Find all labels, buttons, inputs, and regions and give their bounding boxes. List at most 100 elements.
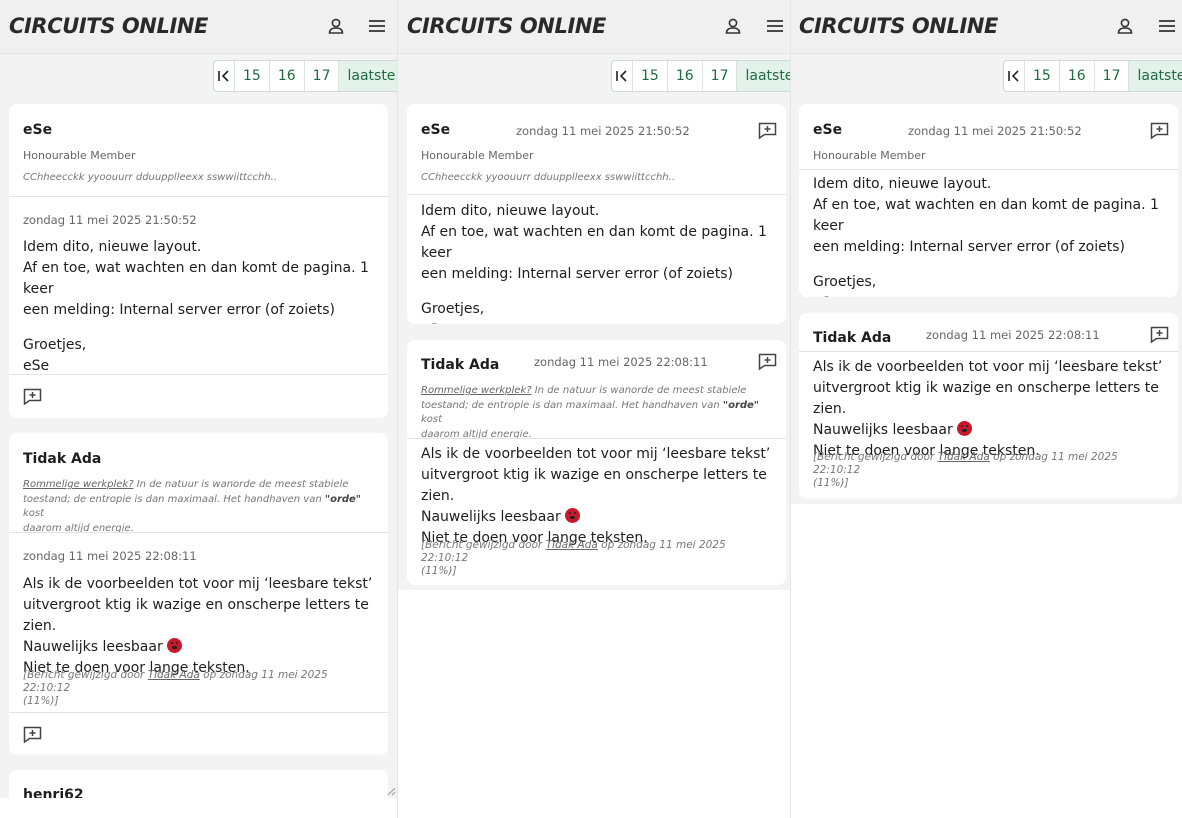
page-15-link[interactable]: 15 bbox=[234, 61, 269, 91]
last-page-link[interactable]: laatste bbox=[338, 61, 397, 91]
site-logo[interactable]: CIRCUITS ONLINE bbox=[799, 14, 998, 38]
divider bbox=[799, 351, 1178, 352]
user-signature: CChheecckk yyoouurr dduupplleexx sswwiit… bbox=[421, 172, 675, 183]
user-rank: Honourable Member bbox=[421, 149, 534, 162]
resize-handle-icon[interactable] bbox=[386, 786, 396, 796]
post-line: Groetjes, bbox=[23, 337, 87, 353]
edit-note: [Bericht gewijzigd door Tidak Ada op zon… bbox=[813, 451, 1118, 489]
site-logo[interactable]: CIRCUITS ONLINE bbox=[9, 14, 208, 38]
post-line: eSe bbox=[813, 293, 1173, 297]
post-author[interactable]: Tidak Ada bbox=[421, 357, 499, 373]
post-line: Af en toe, wat wachten en dan komt de pa… bbox=[421, 224, 767, 261]
post-date: zondag 11 mei 2025 21:50:52 bbox=[23, 213, 197, 227]
page-15-link[interactable]: 15 bbox=[632, 61, 667, 91]
edit-author-link[interactable]: Tidak Ada bbox=[148, 669, 200, 681]
last-page-link[interactable]: laatste bbox=[1128, 61, 1182, 91]
post-author[interactable]: Tidak Ada bbox=[23, 451, 101, 467]
divider bbox=[407, 438, 786, 439]
user-rank: Honourable Member bbox=[813, 149, 926, 162]
post-line: een melding: Internal server error (of z… bbox=[23, 302, 335, 318]
reply-icon[interactable] bbox=[23, 726, 42, 743]
page-16-link[interactable]: 16 bbox=[268, 61, 304, 91]
page-16-link[interactable]: 16 bbox=[1058, 61, 1094, 91]
panel-medium-view: CIRCUITS ONLINE 15 16 17 laatste eSe zon… bbox=[398, 0, 790, 590]
edit-author-link[interactable]: Tidak Ada bbox=[938, 451, 990, 463]
menu-icon[interactable] bbox=[766, 17, 784, 35]
post-author[interactable]: Tidak Ada bbox=[813, 330, 891, 346]
post-body: Idem dito, nieuwe layout. Af en toe, wat… bbox=[23, 237, 378, 377]
angry-emoji-icon bbox=[565, 508, 581, 523]
post-author[interactable]: eSe bbox=[421, 122, 450, 138]
panel-wide-view: CIRCUITS ONLINE 15 16 17 laatste eSe zon… bbox=[791, 0, 1182, 504]
signature-link[interactable]: Rommelige werkplek? bbox=[23, 479, 134, 490]
pagination: 15 16 17 laatste bbox=[1003, 60, 1182, 92]
post-line: Als ik de voorbeelden tot voor mij ‘lees… bbox=[813, 359, 1163, 375]
reply-icon[interactable] bbox=[758, 122, 777, 139]
menu-icon[interactable] bbox=[368, 17, 386, 35]
user-signature: CChheecckk yyoouurr dduupplleexx sswwiit… bbox=[23, 172, 277, 183]
signature-link[interactable]: Rommelige werkplek? bbox=[421, 385, 532, 396]
post-card: eSe zondag 11 mei 2025 21:50:52 Honourab… bbox=[407, 104, 786, 324]
post-line: uitvergroot ktig ik wazige en onscherpe … bbox=[421, 467, 767, 504]
post-card: eSe zondag 11 mei 2025 21:50:52 Honourab… bbox=[799, 104, 1178, 297]
post-body: Als ik de voorbeelden tot voor mij ‘lees… bbox=[421, 444, 781, 549]
first-page-icon bbox=[1008, 70, 1019, 82]
post-body: Idem dito, nieuwe layout. Af en toe, wat… bbox=[813, 174, 1173, 297]
site-logo[interactable]: CIRCUITS ONLINE bbox=[407, 14, 606, 38]
post-date: zondag 11 mei 2025 22:08:11 bbox=[534, 355, 708, 369]
post-author[interactable]: eSe bbox=[23, 122, 52, 138]
edit-note: [Bericht gewijzigd door Tidak Ada op zon… bbox=[421, 539, 726, 577]
edit-author-link[interactable]: Tidak Ada bbox=[546, 539, 598, 551]
post-card: Tidak Ada zondag 11 mei 2025 22:08:11 Ro… bbox=[407, 340, 786, 585]
post-line: Af en toe, wat wachten en dan komt de pa… bbox=[23, 260, 369, 297]
post-body: Als ik de voorbeelden tot voor mij ‘lees… bbox=[813, 357, 1173, 462]
post-card: henri62 bbox=[9, 770, 388, 798]
post-line: eSe bbox=[421, 320, 781, 324]
page-15-link[interactable]: 15 bbox=[1024, 61, 1059, 91]
post-date: zondag 11 mei 2025 22:08:11 bbox=[926, 328, 1100, 342]
user-icon[interactable] bbox=[1116, 17, 1134, 35]
post-body: Idem dito, nieuwe layout. Af en toe, wat… bbox=[421, 201, 781, 324]
page-17-link[interactable]: 17 bbox=[701, 61, 737, 91]
post-line: een melding: Internal server error (of z… bbox=[813, 239, 1125, 255]
reply-icon[interactable] bbox=[23, 388, 42, 405]
divider bbox=[407, 194, 786, 195]
post-line: Als ik de voorbeelden tot voor mij ‘lees… bbox=[421, 446, 771, 462]
post-line: uitvergroot ktig ik wazige en onscherpe … bbox=[23, 597, 369, 634]
divider bbox=[799, 169, 1178, 170]
user-icon[interactable] bbox=[327, 17, 345, 35]
first-page-button[interactable] bbox=[214, 61, 234, 91]
first-page-icon bbox=[218, 70, 229, 82]
page-17-link[interactable]: 17 bbox=[1093, 61, 1129, 91]
angry-emoji-icon bbox=[957, 421, 973, 436]
angry-emoji-icon bbox=[167, 638, 183, 653]
post-card: Tidak Ada zondag 11 mei 2025 22:08:11 Al… bbox=[799, 313, 1178, 499]
first-page-button[interactable] bbox=[612, 61, 632, 91]
page-16-link[interactable]: 16 bbox=[666, 61, 702, 91]
post-line: Nauwelijks leesbaar bbox=[23, 637, 383, 658]
post-line: Idem dito, nieuwe layout. bbox=[23, 239, 202, 255]
reply-icon[interactable] bbox=[1150, 326, 1169, 343]
post-line: Groetjes, bbox=[813, 274, 877, 290]
post-line: een melding: Internal server error (of z… bbox=[421, 266, 733, 282]
divider bbox=[9, 196, 388, 197]
post-line: Groetjes, bbox=[421, 301, 485, 317]
post-line: Idem dito, nieuwe layout. bbox=[421, 203, 600, 219]
post-author[interactable]: eSe bbox=[813, 122, 842, 138]
user-signature: Rommelige werkplek? In de natuur is wano… bbox=[23, 479, 362, 534]
post-line: Als ik de voorbeelden tot voor mij ‘lees… bbox=[23, 576, 373, 592]
post-author[interactable]: henri62 bbox=[23, 787, 84, 798]
page-17-link[interactable]: 17 bbox=[303, 61, 339, 91]
first-page-button[interactable] bbox=[1004, 61, 1024, 91]
post-line: Nauwelijks leesbaar bbox=[813, 420, 1173, 441]
post-date: zondag 11 mei 2025 21:50:52 bbox=[516, 124, 690, 138]
post-date: zondag 11 mei 2025 21:50:52 bbox=[908, 124, 1082, 138]
reply-icon[interactable] bbox=[758, 353, 777, 370]
user-icon[interactable] bbox=[724, 17, 742, 35]
post-date: zondag 11 mei 2025 22:08:11 bbox=[23, 549, 197, 563]
menu-icon[interactable] bbox=[1158, 17, 1176, 35]
reply-icon[interactable] bbox=[1150, 122, 1169, 139]
post-card: Tidak Ada Rommelige werkplek? In de natu… bbox=[9, 433, 388, 755]
edit-note: [Bericht gewijzigd door Tidak Ada op zon… bbox=[23, 669, 328, 707]
last-page-link[interactable]: laatste bbox=[736, 61, 790, 91]
